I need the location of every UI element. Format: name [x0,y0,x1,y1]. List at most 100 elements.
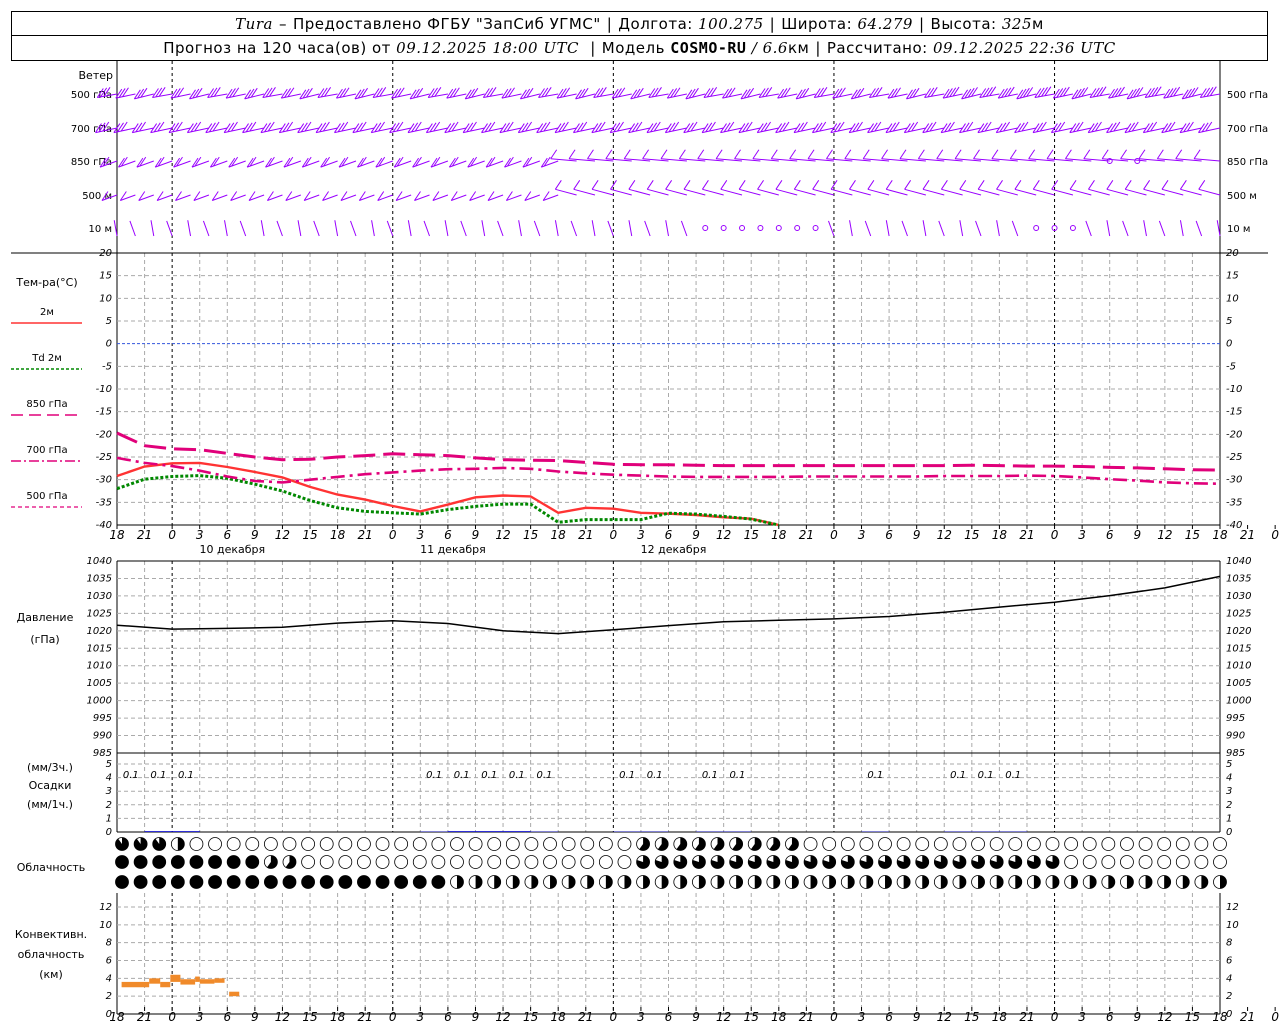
cloud-cover-icon [1026,855,1041,869]
conv-y-tick-right: 4 [1226,973,1232,984]
temp-x-tick-label: 12 [275,528,290,542]
pressure-y-tick-right: 1010 [1226,661,1251,672]
cloud-cover-icon [524,837,539,851]
cloud-cover-icon [450,875,464,889]
wind-barb [444,121,467,134]
cloud-fill [624,875,631,889]
cloud-fill [227,855,241,869]
wind-barb [977,180,1000,196]
barb-shaft [518,220,522,237]
temp-x-tick-label: 18 [992,528,1008,542]
cloud-circle [301,837,316,851]
cloud-cover-icon [952,837,967,851]
wind-barb [138,191,154,201]
cloud-circle [1175,837,1190,851]
wind-barb [1034,86,1055,98]
wind-barb [350,220,357,237]
barb-shaft [334,220,339,237]
barb-shaft [1195,220,1203,237]
wind-barb [518,220,522,237]
temp-y-tick: -5 [102,361,112,372]
cloud-circle [1120,837,1134,851]
wind-barb [867,121,890,134]
barb-feather [1179,180,1187,190]
cloud-fill [376,875,390,889]
barb-feather [573,180,581,190]
cloud-cover-icon [263,875,278,889]
conv-x-tick-label: 9 [472,1010,480,1024]
cloud-cover-icon [803,875,818,889]
barb-shaft [202,220,210,237]
cloud-cover-icon [580,875,595,889]
wind-barb [462,121,485,134]
barb-shaft [1179,220,1184,237]
conv-x-tick-label: 15 [523,1010,538,1024]
pressure-y-tick: 995 [93,713,112,724]
barb-feather [770,149,778,160]
temp-legend-label: 500 гПа [26,491,67,502]
calm-circle [757,225,764,231]
conv-x-tick-label: 15 [744,1010,759,1024]
barb-shaft [680,220,688,237]
cloud-cover-icon [505,855,520,869]
wind-barb [338,156,357,168]
conv-x-tick-label: 18 [771,1010,787,1024]
barb-shaft [1011,220,1019,237]
wind-barb [924,87,945,98]
cloud-cover-icon [1213,875,1227,889]
cloud-circle [487,837,502,851]
cloud-cover-icon [971,837,985,851]
wind-barb [646,180,669,196]
cloud-cover-icon [636,875,650,889]
wind-barb [173,156,191,168]
barb-feather [775,180,783,190]
conv-x-tick-label: 12 [495,1010,510,1024]
temp-y-tick: -25 [96,452,112,463]
cloud-fill [1071,875,1078,889]
cloud-fill [1220,875,1227,889]
precip-y-tick: 3 [106,786,112,797]
wind-barb [850,87,871,100]
wind-barb [133,87,154,100]
cloud-cover-icon [505,875,520,889]
wind-barb [377,191,393,201]
wind-barb [666,87,687,99]
wind-barb [848,121,871,134]
wind-barb [297,220,302,237]
cloud-cover-icon [319,875,334,889]
wind-barb [903,121,926,134]
barb-shaft [938,220,945,237]
cloud-fill [1015,875,1022,889]
barb-shaft [886,188,908,196]
wind-barb [444,220,449,237]
cloud-cover-icon [1064,837,1079,851]
wind-barb [211,191,228,201]
barb-shaft [460,220,467,237]
cloud-cover-icon [952,855,967,869]
wind-barb [225,87,246,99]
wind-barb [407,121,430,134]
wind-level-label-right: 500 м [1227,191,1257,202]
conv-x-tick-label: 15 [964,1010,979,1024]
cloud-cover-icon [822,855,837,869]
wind-barb [703,87,724,98]
wind-barb [189,87,210,100]
wind-barb [119,191,136,201]
temp-y-tick-right: -30 [1226,475,1242,486]
meteogram: 18 21 0 3 6 9 12 15 18 21 0 3 6 9 12 15 18 21 0 3 6 9 12 15 18 21… [11,61,1279,1024]
barb-shaft [959,188,982,196]
cloud-circle [431,837,446,851]
temp-x-tick-label: 0 [1271,528,1279,542]
cloud-cover-icon [487,855,502,869]
cloud-cover-icon [561,837,576,851]
cloud-cover-icon [245,875,260,889]
cloud-fill [456,875,464,889]
cloud-circle [1138,837,1153,851]
temp-x-tick-label: 3 [1078,528,1086,542]
barb-feather [715,149,723,160]
barb-shaft [794,188,816,196]
barb-shaft [1085,220,1092,237]
wind-barb [427,87,448,98]
wind-barb [1122,220,1129,237]
cloud-title: Облачность [17,861,86,874]
